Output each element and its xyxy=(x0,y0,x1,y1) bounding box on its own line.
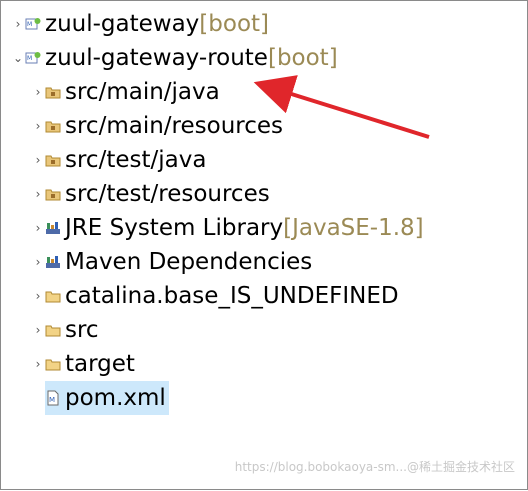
svg-text:M: M xyxy=(27,21,32,28)
boot-project-icon: M xyxy=(25,16,41,32)
source-folder-icon xyxy=(45,186,61,202)
tree-item-label: catalina.base_IS_UNDEFINED xyxy=(65,283,399,309)
tree-item-catalina-base[interactable]: › catalina.base_IS_UNDEFINED xyxy=(31,279,399,313)
tree-item-label: zuul-gateway xyxy=(45,11,200,37)
library-icon xyxy=(45,254,61,270)
watermark-text: https://blog.bobokaoya-sm...@稀土掘金技术社区 xyxy=(234,460,515,474)
chevron-right-icon[interactable]: › xyxy=(31,289,45,303)
tree-item-label: Maven Dependencies xyxy=(65,249,313,275)
tree-item-label: pom.xml xyxy=(65,385,166,411)
tree-item-jre-system-library[interactable]: › JRE System Library [JavaSE-1.8] xyxy=(31,211,424,245)
svg-text:M: M xyxy=(49,396,55,404)
tree-item-pom-xml[interactable]: M pom.xml xyxy=(45,381,169,415)
folder-icon xyxy=(45,288,61,304)
tree-item-maven-dependencies[interactable]: › Maven Dependencies xyxy=(31,245,313,279)
chevron-right-icon[interactable]: › xyxy=(31,187,45,201)
chevron-down-icon[interactable]: ⌄ xyxy=(11,51,25,65)
project-explorer: › M zuul-gateway [boot] ⌄ M zuul-gateway… xyxy=(0,0,528,490)
tree-item-src-main-resources[interactable]: › src/main/resources xyxy=(31,109,283,143)
tree-item-decoration: [boot] xyxy=(267,45,338,71)
tree-item-label: src/test/resources xyxy=(65,181,270,207)
source-folder-icon xyxy=(45,118,61,134)
tree-item-zuul-gateway-route[interactable]: ⌄ M zuul-gateway-route [boot] xyxy=(11,41,338,75)
tree-item-target[interactable]: › target xyxy=(31,347,135,381)
tree-item-label: src xyxy=(65,317,99,343)
tree-item-zuul-gateway[interactable]: › M zuul-gateway [boot] xyxy=(11,7,269,41)
boot-project-icon: M xyxy=(25,50,41,66)
source-folder-icon xyxy=(45,152,61,168)
folder-icon xyxy=(45,322,61,338)
tree-item-src-main-java[interactable]: › src/main/java xyxy=(31,75,220,109)
xml-file-icon: M xyxy=(45,390,61,406)
chevron-right-icon[interactable]: › xyxy=(31,323,45,337)
source-folder-icon xyxy=(45,84,61,100)
chevron-right-icon[interactable]: › xyxy=(31,85,45,99)
tree-item-decoration: [JavaSE-1.8] xyxy=(283,215,424,241)
chevron-right-icon[interactable]: › xyxy=(31,153,45,167)
tree-item-label: zuul-gateway-route xyxy=(45,45,268,71)
tree-item-src-test-java[interactable]: › src/test/java xyxy=(31,143,207,177)
tree-item-label: src/main/java xyxy=(65,79,220,105)
tree-item-src[interactable]: › src xyxy=(31,313,99,347)
chevron-right-icon[interactable]: › xyxy=(11,17,25,31)
tree-item-decoration: [boot] xyxy=(199,11,270,37)
tree-item-label: src/main/resources xyxy=(65,113,284,139)
tree-item-label: target xyxy=(65,351,135,377)
tree-item-label: src/test/java xyxy=(65,147,207,173)
tree-item-label: JRE System Library xyxy=(65,215,284,241)
svg-text:M: M xyxy=(27,55,32,62)
chevron-right-icon[interactable]: › xyxy=(31,357,45,371)
chevron-right-icon[interactable]: › xyxy=(31,221,45,235)
library-icon xyxy=(45,220,61,236)
tree-item-src-test-resources[interactable]: › src/test/resources xyxy=(31,177,270,211)
chevron-right-icon[interactable]: › xyxy=(31,255,45,269)
folder-icon xyxy=(45,356,61,372)
chevron-right-icon[interactable]: › xyxy=(31,119,45,133)
